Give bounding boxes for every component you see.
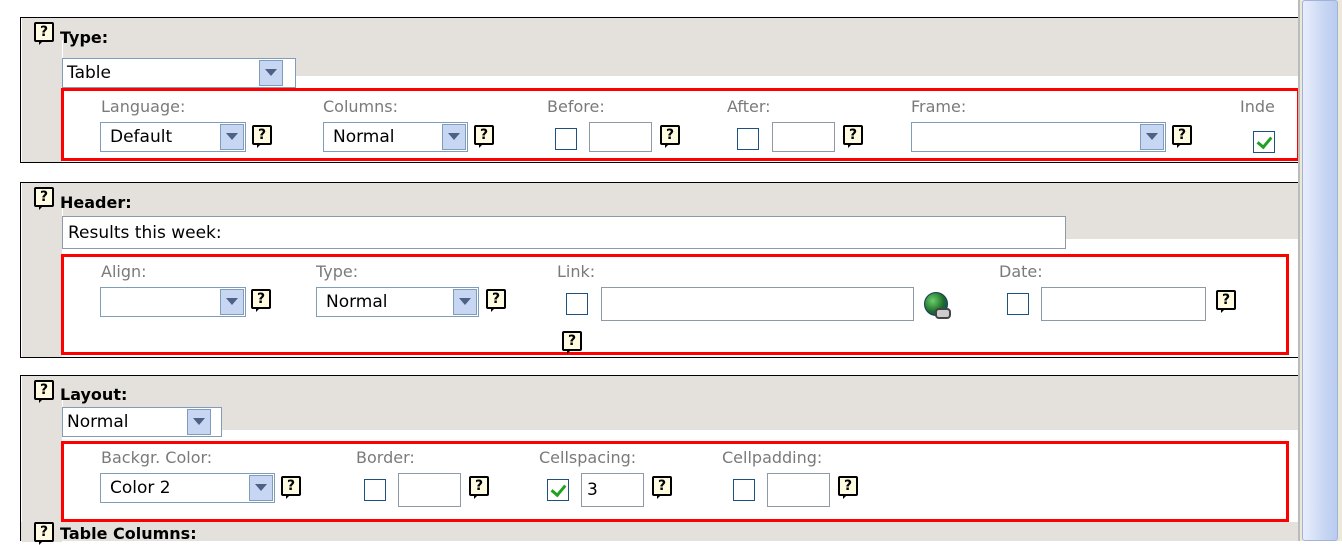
bgcolor-label: Backgr. Color: (101, 448, 213, 467)
bgcolor-help-icon[interactable]: ? (281, 476, 301, 499)
bgcolor-select-value: Color 2 (110, 478, 171, 498)
chevron-down-icon[interactable] (259, 60, 283, 86)
frame-help-icon[interactable]: ? (1172, 125, 1192, 148)
after-input[interactable] (772, 122, 835, 152)
after-checkbox[interactable] (737, 128, 759, 150)
header-type-select-value: Normal (326, 292, 388, 312)
header-help-icon[interactable]: ? (34, 187, 54, 210)
layout-body-bg (22, 398, 62, 542)
align-select[interactable] (100, 287, 246, 317)
date-input[interactable] (1041, 287, 1206, 321)
scrollbar-thumb[interactable] (1302, 0, 1338, 541)
cellpadding-checkbox[interactable] (733, 479, 755, 501)
chevron-down-icon[interactable] (187, 409, 211, 435)
type-title: Type: (60, 28, 109, 47)
cellpadding-input[interactable] (767, 473, 830, 507)
cellspacing-input[interactable] (581, 473, 644, 507)
type-select-value: Table (67, 63, 111, 83)
chevron-down-icon[interactable] (442, 124, 466, 150)
link-help-icon[interactable]: ? (562, 331, 582, 354)
chevron-down-icon[interactable] (220, 124, 244, 150)
align-help-icon[interactable]: ? (251, 289, 271, 312)
header-type-label: Type: (316, 262, 359, 281)
header-title: Header: (60, 193, 132, 212)
cellspacing-label: Cellspacing: (539, 448, 637, 467)
link-browser-icon[interactable] (924, 292, 951, 319)
chevron-down-icon[interactable] (1140, 124, 1164, 150)
border-label: Border: (356, 448, 415, 467)
date-checkbox[interactable] (1007, 293, 1029, 315)
table-columns-help-icon[interactable]: ? (34, 522, 54, 545)
columns-help-icon[interactable]: ? (474, 125, 494, 148)
layout-select-value: Normal (67, 412, 129, 432)
type-select[interactable]: Table (62, 58, 296, 88)
chevron-down-icon[interactable] (249, 475, 273, 501)
layout-title: Layout: (60, 385, 128, 404)
after-help-icon[interactable]: ? (843, 125, 863, 148)
link-input[interactable] (601, 287, 914, 321)
cellpadding-help-icon[interactable]: ? (838, 476, 858, 499)
border-checkbox[interactable] (364, 479, 386, 501)
scrollbar-track (1298, 0, 1300, 541)
before-checkbox[interactable] (555, 128, 577, 150)
after-label: After: (727, 97, 771, 116)
type-header-bar (22, 18, 1299, 40)
type-body-bg (22, 40, 62, 162)
layout-row-bg (63, 398, 1299, 430)
chevron-down-icon[interactable] (220, 289, 244, 315)
border-help-icon[interactable]: ? (469, 476, 489, 499)
header-type-help-icon[interactable]: ? (486, 289, 506, 312)
border-input[interactable] (398, 473, 461, 507)
columns-select-value: Normal (333, 127, 395, 147)
chevron-down-icon[interactable] (453, 289, 477, 315)
link-checkbox[interactable] (566, 293, 588, 315)
link-label: Link: (557, 262, 596, 281)
table-columns-title: Table Columns: (60, 524, 197, 543)
layout-help-icon[interactable]: ? (34, 380, 54, 403)
language-help-icon[interactable]: ? (252, 125, 272, 148)
before-help-icon[interactable]: ? (660, 125, 680, 148)
bgcolor-select[interactable]: Color 2 (100, 473, 275, 503)
indent-label: Inde (1240, 97, 1275, 116)
frame-select[interactable] (911, 122, 1166, 152)
header-text-input[interactable] (62, 216, 1066, 249)
columns-select[interactable]: Normal (323, 122, 468, 152)
layout-select[interactable]: Normal (62, 407, 222, 437)
indent-checkbox[interactable] (1253, 131, 1275, 153)
language-label: Language: (101, 97, 186, 116)
align-label: Align: (101, 262, 147, 281)
before-input[interactable] (589, 122, 652, 152)
vertical-scrollbar[interactable] (1298, 0, 1342, 541)
frame-label: Frame: (911, 97, 967, 116)
table-columns-header-bar (21, 522, 1299, 541)
before-label: Before: (547, 97, 605, 116)
type-help-icon[interactable]: ? (34, 22, 54, 45)
date-help-icon[interactable]: ? (1216, 290, 1236, 313)
language-select-value: Default (110, 127, 173, 147)
language-select[interactable]: Default (100, 122, 246, 152)
cellspacing-checkbox[interactable] (547, 479, 569, 501)
columns-label: Columns: (323, 97, 398, 116)
cellpadding-label: Cellpadding: (722, 448, 823, 467)
layout-header-bar (22, 376, 1299, 398)
cellspacing-help-icon[interactable]: ? (652, 476, 672, 499)
header-body-bg (22, 205, 62, 357)
date-label: Date: (999, 262, 1043, 281)
header-header-bar (22, 183, 1299, 205)
header-type-select[interactable]: Normal (316, 287, 479, 317)
